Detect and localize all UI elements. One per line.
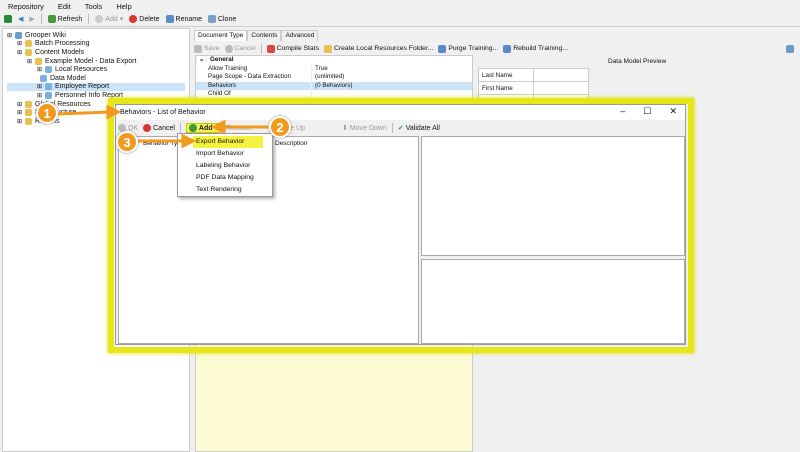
callout-2: 2 xyxy=(269,116,291,138)
arrow-2-head xyxy=(210,119,226,135)
arrow-1 xyxy=(57,110,111,116)
callout-3: 3 xyxy=(116,131,138,153)
callout-1: 1 xyxy=(36,102,58,124)
arrow-1-head xyxy=(106,104,122,120)
callout-arrows xyxy=(57,104,268,149)
arrow-3-head xyxy=(181,133,197,149)
